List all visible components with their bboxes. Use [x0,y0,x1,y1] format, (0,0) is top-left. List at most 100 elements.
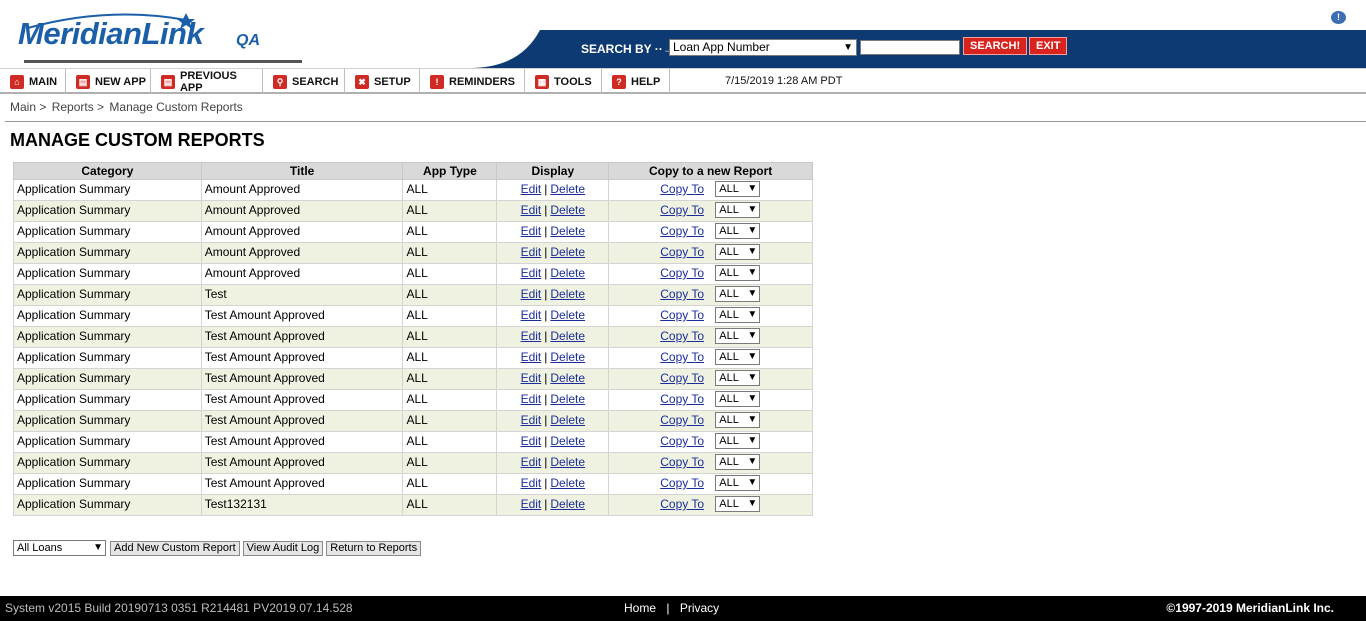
edit-link[interactable]: Edit [521,497,542,511]
copy-to-link[interactable]: Copy To [660,287,704,301]
search-button[interactable]: SEARCH! [963,37,1028,55]
edit-link[interactable]: Edit [521,434,542,448]
edit-link[interactable]: Edit [521,329,542,343]
chevron-down-icon: ▼ [747,414,758,425]
search-input[interactable] [860,40,960,55]
copy-type-select[interactable]: ALL ▼ [715,475,761,491]
copy-to-link[interactable]: Copy To [660,329,704,343]
copy-type-select[interactable]: ALL ▼ [715,454,761,470]
nav-previous-app[interactable]: ▤ PREVIOUS APP [151,69,263,94]
cell-title: Test Amount Approved [200,305,404,327]
copy-to-link[interactable]: Copy To [660,266,704,280]
delete-link[interactable]: Delete [550,476,585,490]
breadcrumb-reports[interactable]: Reports > [52,100,104,114]
delete-link[interactable]: Delete [550,203,585,217]
copy-type-select[interactable]: ALL ▼ [715,391,761,407]
footer-home-link[interactable]: Home [624,601,656,615]
delete-link[interactable]: Delete [550,455,585,469]
copy-to-link[interactable]: Copy To [660,455,704,469]
copy-type-value: ALL [719,288,739,300]
chevron-down-icon: ▼ [747,435,758,446]
copy-type-select[interactable]: ALL ▼ [715,370,761,386]
table-row: Application Summary Test Amount Approved A… [13,305,813,327]
copy-type-select[interactable]: ALL ▼ [715,181,761,197]
copy-to-link[interactable]: Copy To [660,434,704,448]
cell-copy: Copy To ALL ▼ [608,368,813,390]
copy-type-select[interactable]: ALL ▼ [715,433,761,449]
copy-type-select[interactable]: ALL ▼ [715,307,761,323]
edit-link[interactable]: Edit [521,413,542,427]
delete-link[interactable]: Delete [550,371,585,385]
delete-link[interactable]: Delete [550,224,585,238]
copy-to-link[interactable]: Copy To [660,476,704,490]
nav-search-label: SEARCH [292,75,339,88]
copy-to-link[interactable]: Copy To [660,413,704,427]
copy-to-link[interactable]: Copy To [660,203,704,217]
copy-to-link[interactable]: Copy To [660,392,704,406]
nav-search[interactable]: ⚲ SEARCH [263,69,345,94]
delete-link[interactable]: Delete [550,245,585,259]
edit-link[interactable]: Edit [521,455,542,469]
delete-link[interactable]: Delete [550,266,585,280]
chevron-down-icon: ▼ [747,183,758,194]
nav-setup[interactable]: ✖ SETUP [345,69,420,94]
meridianlink-logo[interactable]: MeridianLink QA [18,10,302,63]
copy-type-select[interactable]: ALL ▼ [715,265,761,281]
edit-link[interactable]: Edit [521,392,542,406]
copy-type-select[interactable]: ALL ▼ [715,328,761,344]
edit-link[interactable]: Edit [521,371,542,385]
table-row: Application Summary Test Amount Approved A… [13,347,813,369]
copy-type-select[interactable]: ALL ▼ [715,223,761,239]
copy-type-select[interactable]: ALL ▼ [715,244,761,260]
edit-link[interactable]: Edit [521,350,542,364]
delete-link[interactable]: Delete [550,182,585,196]
delete-link[interactable]: Delete [550,392,585,406]
delete-link[interactable]: Delete [550,497,585,511]
edit-link[interactable]: Edit [521,245,542,259]
edit-link[interactable]: Edit [521,203,542,217]
chat-bubble-icon[interactable]: ! [1331,11,1346,24]
copy-type-select[interactable]: ALL ▼ [715,412,761,428]
nav-main[interactable]: ⌂ MAIN [0,69,66,94]
copy-type-select[interactable]: ALL ▼ [715,286,761,302]
copy-to-link[interactable]: Copy To [660,308,704,322]
nav-reminders[interactable]: ! REMINDERS [420,69,525,94]
delete-link[interactable]: Delete [550,287,585,301]
copy-to-link[interactable]: Copy To [660,245,704,259]
copy-to-link[interactable]: Copy To [660,497,704,511]
add-custom-report-button[interactable]: Add New Custom Report [110,540,240,556]
delete-link[interactable]: Delete [550,434,585,448]
copy-type-select[interactable]: ALL ▼ [715,496,761,512]
cell-app-type: ALL [402,431,498,453]
edit-link[interactable]: Edit [521,476,542,490]
exit-button[interactable]: EXIT [1029,37,1068,55]
view-audit-log-button[interactable]: View Audit Log [242,540,324,556]
footer-privacy-link[interactable]: Privacy [680,601,719,615]
nav-tools-label: TOOLS [554,75,592,88]
copy-to-link[interactable]: Copy To [660,224,704,238]
link-separator: | [544,329,548,343]
edit-link[interactable]: Edit [521,287,542,301]
copy-to-link[interactable]: Copy To [660,371,704,385]
delete-link[interactable]: Delete [550,413,585,427]
loan-type-select[interactable]: All Loans ▼ [13,540,106,556]
delete-link[interactable]: Delete [550,308,585,322]
cell-display: Edit | Delete [496,242,610,264]
edit-link[interactable]: Edit [521,308,542,322]
copy-type-select[interactable]: ALL ▼ [715,202,761,218]
delete-link[interactable]: Delete [550,350,585,364]
delete-link[interactable]: Delete [550,329,585,343]
nav-new-app[interactable]: ▤ NEW APP [66,69,151,94]
search-type-select[interactable]: Loan App Number ▼ [669,39,857,56]
edit-link[interactable]: Edit [521,182,542,196]
copy-to-link[interactable]: Copy To [660,182,704,196]
edit-link[interactable]: Edit [521,266,542,280]
breadcrumb-main[interactable]: Main > [10,100,46,114]
link-separator: | [544,497,548,511]
copy-type-select[interactable]: ALL ▼ [715,349,761,365]
copy-to-link[interactable]: Copy To [660,350,704,364]
edit-link[interactable]: Edit [521,224,542,238]
nav-tools[interactable]: ▦ TOOLS [525,69,602,94]
return-to-reports-button[interactable]: Return to Reports [326,540,422,556]
nav-help[interactable]: ? HELP [602,69,670,94]
